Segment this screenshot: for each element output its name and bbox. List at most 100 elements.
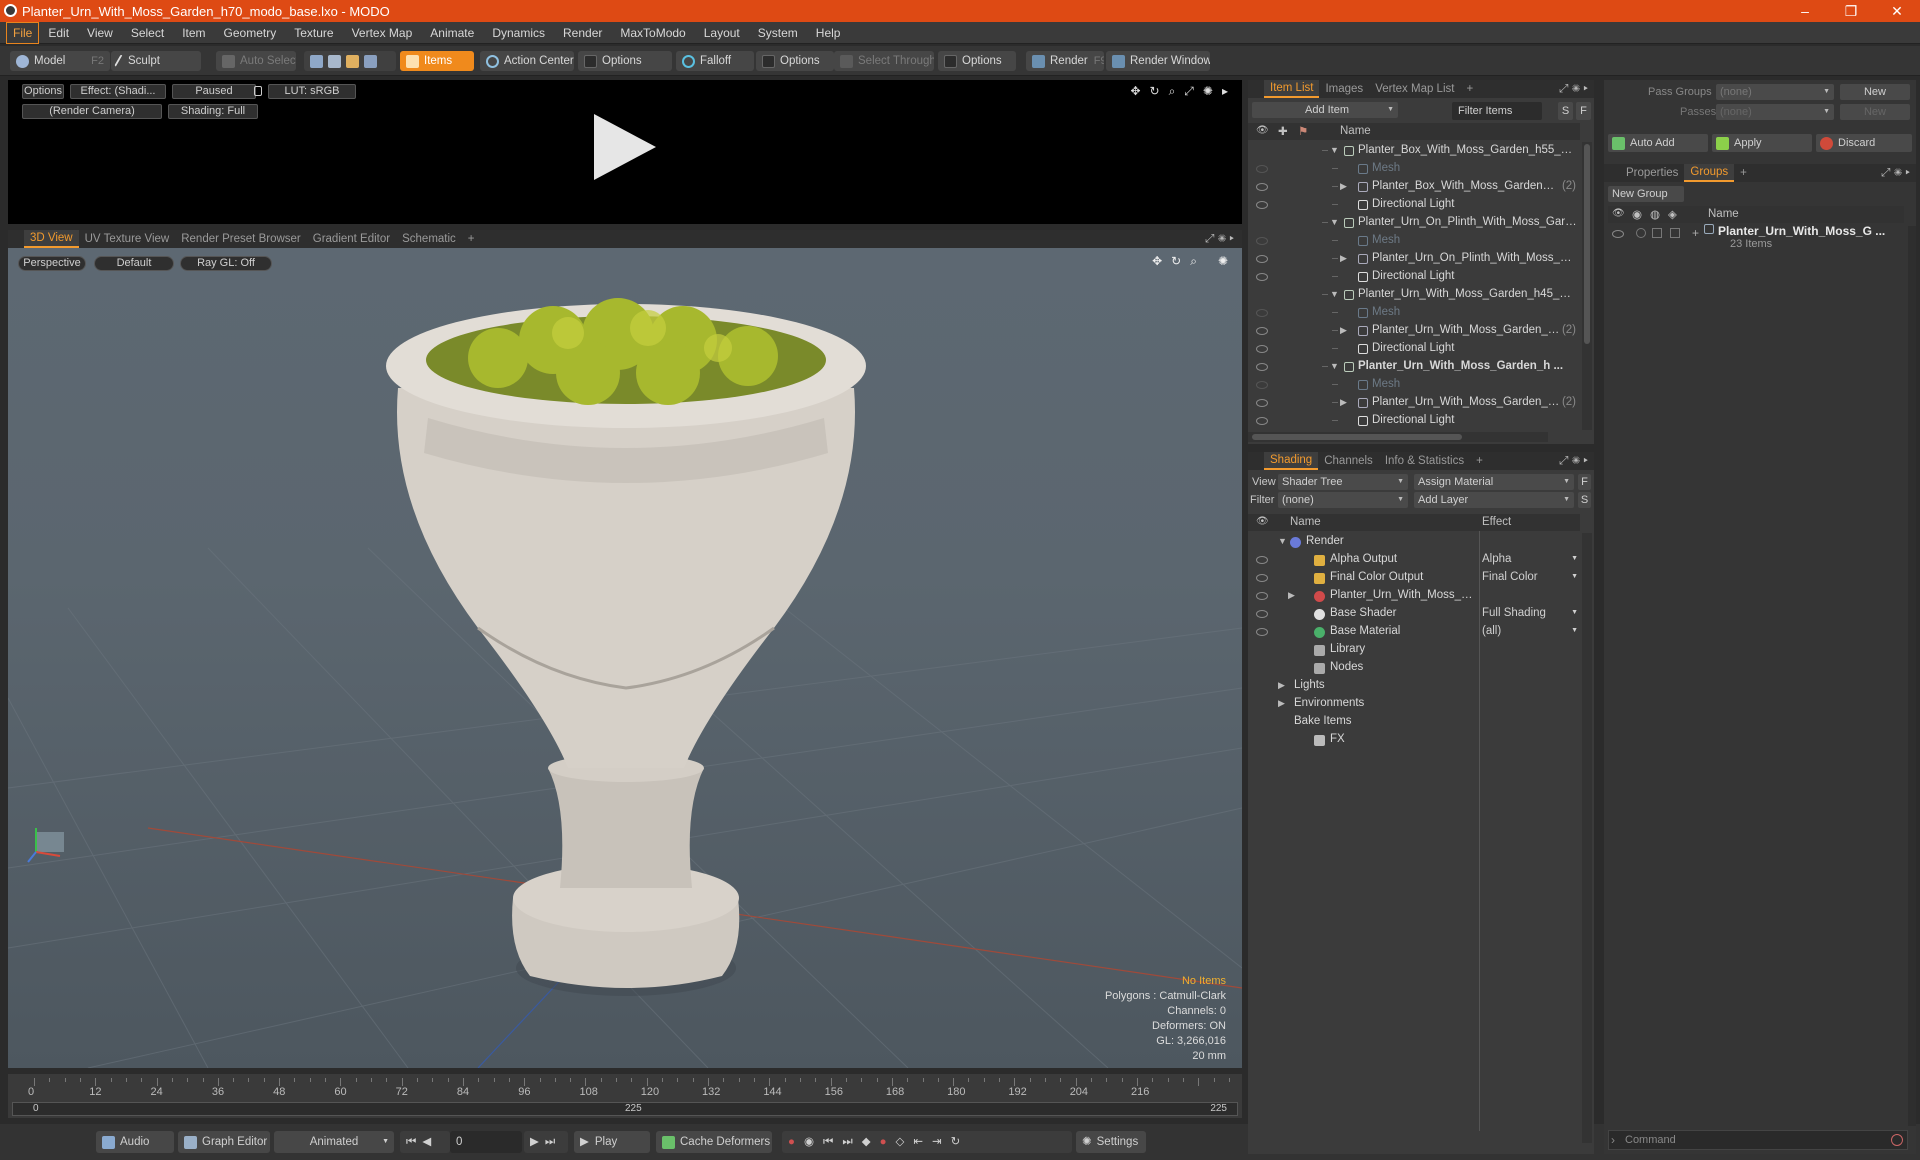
key-options-icon[interactable]: ◇ (896, 1131, 905, 1153)
menu-help[interactable]: Help (807, 23, 850, 43)
eye-icon[interactable] (1256, 165, 1268, 173)
apply-button[interactable]: Apply (1712, 134, 1812, 152)
select-toggle-icon[interactable] (1670, 228, 1680, 238)
item-row[interactable]: Mesh (1248, 304, 1580, 322)
shader-row[interactable]: Base Shader Full Shading ▼ (1248, 605, 1580, 623)
audio-button[interactable]: Audio (96, 1131, 174, 1153)
collapse-arrow-icon[interactable]: ▼ (1278, 536, 1287, 546)
render-camera-dropdown[interactable]: (Render Camera) (22, 104, 162, 119)
rotate-icon[interactable]: ↻ (1171, 254, 1181, 269)
expand-arrow-icon[interactable]: ▶ (1340, 325, 1347, 336)
tab-images[interactable]: Images (1319, 80, 1369, 98)
collapse-arrow-icon[interactable]: ▼ (1330, 217, 1339, 227)
panel-menu-icon[interactable]: ⤢ ✺ ▸ (1559, 455, 1588, 468)
item-row[interactable]: ▼ Planter_Box_With_Moss_Garden_h55_mo... (1248, 142, 1580, 160)
eye-icon[interactable] (1256, 417, 1268, 425)
item-row[interactable]: ▶ Planter_Box_With_Moss_Garden_h55 (2) (1248, 178, 1580, 196)
eye-icon[interactable] (1256, 628, 1268, 636)
zoom-icon[interactable]: ⌕ (1190, 254, 1197, 269)
expand-plus-icon[interactable]: + (1692, 226, 1699, 240)
lock-toggle-icon[interactable] (1652, 228, 1662, 238)
expand-arrow-icon[interactable]: ▶ (1288, 590, 1295, 601)
viewport-settings-gear-icon[interactable]: ✺ (1218, 254, 1228, 269)
key-next-icon[interactable]: ⇥ (932, 1131, 942, 1153)
model-mode-button[interactable]: Model F2 (10, 51, 110, 71)
new-group-button[interactable]: New Group (1608, 186, 1684, 202)
tab-uv-texture-view[interactable]: UV Texture View (79, 230, 176, 248)
collapse-arrow-icon[interactable]: ▼ (1330, 361, 1339, 371)
3d-viewport[interactable]: Perspective Default Ray GL: Off ✥ ↻ ⌕ ✺ No … (8, 248, 1242, 1068)
render-window-button[interactable]: Render Window (1106, 51, 1210, 71)
eye-icon[interactable] (1256, 592, 1268, 600)
item-row[interactable]: Directional Light (1248, 340, 1580, 358)
step-forward-icon[interactable]: ▶ (530, 1131, 539, 1153)
s-button[interactable]: S (1578, 492, 1591, 508)
groups-scrollbar[interactable] (1908, 226, 1916, 1126)
add-tab-button[interactable]: + (1734, 164, 1753, 182)
item-row[interactable]: Mesh (1248, 232, 1580, 250)
viewport-menu-icon[interactable]: ⤢ ✺ ▸ (1205, 233, 1234, 246)
cache-deformers-button[interactable]: Cache Deformers (656, 1131, 772, 1153)
add-item-dropdown[interactable]: Add Item (1252, 102, 1398, 118)
timeline-ruler[interactable]: 0 12 24 36 48 60 72 84 96 108 120 132 144 156 168 180 19… (28, 1076, 1234, 1100)
pan-icon[interactable]: ✥ (1130, 84, 1140, 99)
sculpt-mode-button[interactable]: Sculpt (111, 51, 201, 71)
vertices-mode-icon[interactable] (310, 54, 323, 68)
pan-icon[interactable]: ✥ (1152, 254, 1162, 269)
eye-icon[interactable] (1256, 273, 1268, 281)
item-list-scrollbar[interactable] (1582, 142, 1592, 430)
add-layer-dropdown[interactable]: Add Layer (1414, 492, 1574, 508)
next-key-icon[interactable]: ⏭ (842, 1131, 852, 1153)
pass-groups-dropdown[interactable]: (none) (1716, 84, 1834, 100)
menu-dynamics[interactable]: Dynamics (483, 23, 554, 43)
set-key-icon[interactable]: ● (880, 1131, 887, 1153)
select-through-button[interactable]: Select Through (834, 51, 934, 71)
eye-icon[interactable] (1256, 327, 1268, 335)
step-back-icon[interactable]: ◀ (422, 1131, 431, 1153)
menu-system[interactable]: System (749, 23, 807, 43)
preview-options-button[interactable]: Options (22, 84, 64, 99)
tab-item-list[interactable]: Item List (1264, 80, 1320, 98)
tab-shading[interactable]: Shading (1264, 452, 1319, 470)
add-tab-button[interactable]: + (462, 230, 481, 248)
panel-menu-icon[interactable]: ⤢ ✺ ▸ (1559, 83, 1588, 96)
key-prev-icon[interactable]: ⇤ (913, 1131, 923, 1153)
key-icon[interactable]: ◆ (862, 1131, 871, 1153)
expand-arrow-icon[interactable]: ▸ (1222, 84, 1228, 99)
collapse-arrow-icon[interactable]: ▼ (1330, 289, 1339, 299)
maximize-button[interactable]: ❐ (1828, 0, 1874, 22)
eye-icon[interactable] (1256, 556, 1268, 564)
close-button[interactable]: ✕ (1874, 0, 1920, 22)
passes-dropdown[interactable]: (none) (1716, 104, 1834, 120)
tab-channels[interactable]: Channels (1318, 452, 1379, 470)
expand-arrow-icon[interactable]: ▶ (1340, 181, 1347, 192)
expand-arrow-icon[interactable]: ▶ (1278, 698, 1285, 709)
edges-mode-icon[interactable] (328, 54, 341, 68)
view-dropdown[interactable]: Shader Tree (1278, 474, 1408, 490)
f-button[interactable]: F (1576, 102, 1591, 120)
prev-key-icon[interactable]: ⏮ (823, 1131, 833, 1153)
auto-key-icon[interactable]: ◉ (804, 1131, 814, 1153)
menu-render[interactable]: Render (554, 23, 611, 43)
falloff-button[interactable]: Falloff (676, 51, 754, 71)
item-row[interactable]: ▶ Planter_Urn_With_Moss_Garden_h45 (2) (1248, 322, 1580, 340)
item-row[interactable]: ▼ Planter_Urn_On_Plinth_With_Moss_Garde..… (1248, 214, 1580, 232)
lock-icon[interactable] (254, 86, 262, 96)
item-row[interactable]: Mesh (1248, 160, 1580, 178)
effect-dropdown[interactable]: (all) ▼ (1482, 625, 1578, 637)
item-row[interactable]: Directional Light (1248, 412, 1580, 430)
f-button[interactable]: F (1578, 474, 1591, 490)
zoom-icon[interactable]: ⌕ (1169, 84, 1176, 99)
animated-dropdown[interactable]: Animated ▼ (274, 1131, 394, 1153)
eye-icon[interactable] (1256, 237, 1268, 245)
item-list-hscrollbar[interactable] (1248, 432, 1548, 442)
settings-gear-icon[interactable]: ✺ (1203, 84, 1213, 99)
shader-row[interactable]: Library (1248, 641, 1580, 659)
item-row[interactable]: Mesh (1248, 376, 1580, 394)
menu-geometry[interactable]: Geometry (215, 23, 286, 43)
select-through-options-button[interactable]: Options (938, 51, 1016, 71)
item-row[interactable]: Directional Light (1248, 268, 1580, 286)
item-row[interactable]: ▼ Planter_Urn_With_Moss_Garden_h ... (1248, 358, 1580, 376)
record-icon[interactable]: ● (788, 1131, 795, 1153)
command-history-icon[interactable] (1891, 1134, 1903, 1146)
